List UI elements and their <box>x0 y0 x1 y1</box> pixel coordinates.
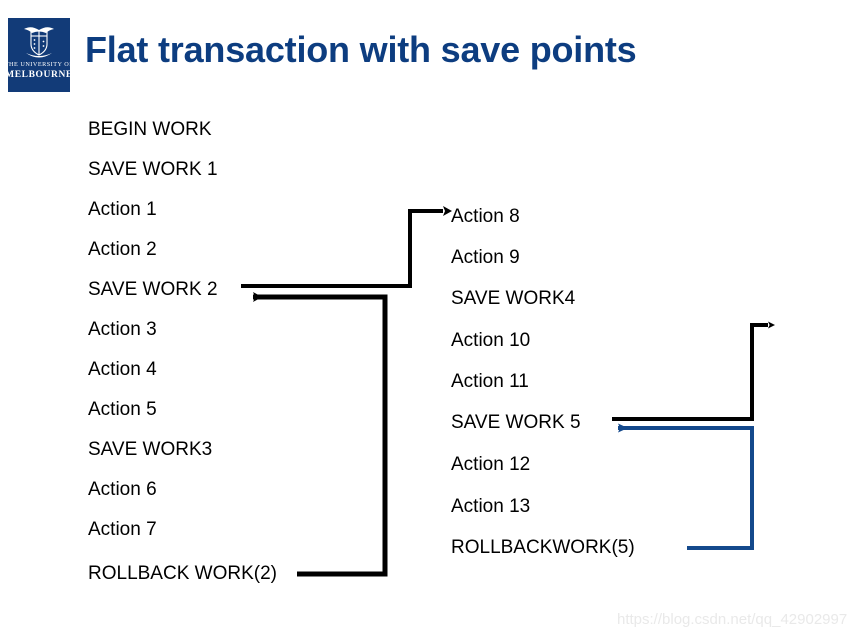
stmt-action-3: Action 3 <box>88 319 157 340</box>
page-title: Flat transaction with save points <box>85 29 637 70</box>
university-of-melbourne-logo: THE UNIVERSITY OF MELBOURNE <box>4 18 74 92</box>
stmt-action-9: Action 9 <box>451 247 520 268</box>
stmt-action-7: Action 7 <box>88 519 157 540</box>
connector-savework2-to-action8 <box>241 206 452 288</box>
stmt-save-work-5: SAVE WORK 5 <box>451 412 581 433</box>
stmt-save-work-4: SAVE WORK4 <box>451 288 576 309</box>
stmt-rollback-work-5: ROLLBACKWORK(5) <box>451 537 635 558</box>
stmt-begin-work: BEGIN WORK <box>88 119 212 140</box>
logo-line-university: THE UNIVERSITY OF <box>4 61 74 68</box>
stmt-rollback-work-2: ROLLBACK WORK(2) <box>88 563 277 584</box>
stmt-action-6: Action 6 <box>88 479 157 500</box>
crest-icon <box>24 27 54 58</box>
connector-savework5-to-right <box>612 321 775 421</box>
stmt-action-13: Action 13 <box>451 496 531 517</box>
logo-line-melbourne: MELBOURNE <box>5 70 73 80</box>
stmt-action-5: Action 5 <box>88 399 157 420</box>
connector-rollback2-to-savework2 <box>253 292 388 577</box>
stmt-save-work-2: SAVE WORK 2 <box>88 279 218 300</box>
stmt-action-8: Action 8 <box>451 206 520 227</box>
connector-rollback5-to-savework5 <box>618 423 754 550</box>
stmt-save-work-3: SAVE WORK3 <box>88 439 213 460</box>
stmt-save-work-1: SAVE WORK 1 <box>88 159 218 180</box>
stmt-action-4: Action 4 <box>88 359 157 380</box>
stmt-action-10: Action 10 <box>451 330 531 351</box>
watermark-text: https://blog.csdn.net/qq_42902997 <box>617 611 848 628</box>
stmt-action-12: Action 12 <box>451 454 531 475</box>
stmt-action-1: Action 1 <box>88 199 157 220</box>
slide-canvas: THE UNIVERSITY OF MELBOURNE Flat transac… <box>0 0 866 642</box>
stmt-action-11: Action 11 <box>451 371 529 392</box>
stmt-action-2: Action 2 <box>88 239 157 260</box>
